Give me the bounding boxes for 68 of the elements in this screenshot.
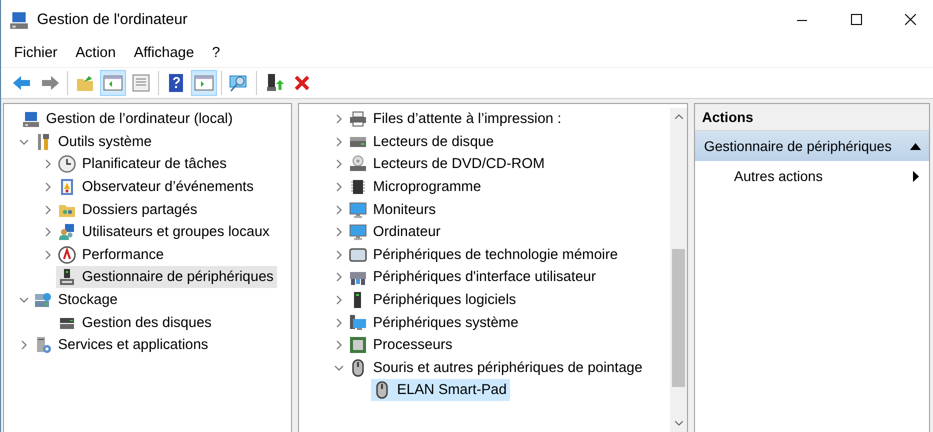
device-icon xyxy=(58,268,76,286)
tree-item[interactable]: Lecteurs de disque xyxy=(347,130,497,153)
scroll-up-icon[interactable] xyxy=(674,114,682,119)
menu-item[interactable]: Action xyxy=(66,45,125,61)
tree-item[interactable]: Gestion de l’ordinateur (local) xyxy=(20,108,236,130)
log-icon xyxy=(58,178,76,196)
chip-icon xyxy=(349,178,367,196)
delete-icon xyxy=(292,73,312,93)
forward-arrow-icon xyxy=(40,73,60,93)
monitor-icon xyxy=(349,200,367,219)
tree-item[interactable]: Planificateur de tâches xyxy=(56,153,230,176)
tree-item[interactable]: Processeurs xyxy=(347,334,456,356)
tree-item[interactable]: Services et applications xyxy=(32,334,212,356)
tree-item[interactable]: Stockage xyxy=(32,289,121,312)
processor-icon xyxy=(349,336,367,354)
gauge-icon xyxy=(58,246,76,264)
storage-icon xyxy=(34,291,52,310)
app-icon xyxy=(9,10,29,30)
tree-item[interactable]: Lecteurs de DVD/CD-ROM xyxy=(347,153,548,176)
monitor-search-icon xyxy=(229,73,249,93)
tree-item[interactable]: Microprogramme xyxy=(347,176,484,198)
help-icon xyxy=(166,73,186,93)
printer-icon xyxy=(349,110,367,128)
folder-up-icon xyxy=(75,73,95,93)
clock-icon xyxy=(58,155,76,174)
disc-drive-icon xyxy=(349,155,367,174)
system-device-icon xyxy=(349,314,367,332)
tree-item[interactable]: Dossiers partagés xyxy=(56,198,200,221)
tree-item[interactable]: Périphériques de technologie mémoire xyxy=(347,244,621,266)
scrollbar[interactable] xyxy=(670,108,687,432)
tree-item[interactable]: Gestion des disques xyxy=(56,312,215,334)
scroll-down-icon[interactable] xyxy=(674,421,682,426)
action-pane-button[interactable] xyxy=(191,70,217,96)
actions-section[interactable]: Gestionnaire de périphériques xyxy=(695,131,929,161)
tree-item[interactable]: Files d’attente à l’impression : xyxy=(347,108,564,130)
menu-item[interactable]: Affichage xyxy=(124,45,204,61)
tree-item[interactable]: Souris et autres périphériques de pointage xyxy=(347,356,646,379)
tree-item[interactable]: Performance xyxy=(56,244,167,266)
monitor-icon xyxy=(349,223,367,242)
tree-item[interactable]: Périphériques d'interface utilisateur xyxy=(347,266,599,288)
console-tree-button[interactable] xyxy=(100,70,126,96)
window-title: Gestion de l'ordinateur xyxy=(37,11,188,28)
action-pane-icon xyxy=(194,73,214,93)
tree-item[interactable]: Gestionnaire de périphériques xyxy=(56,266,277,288)
collapse-triangle-icon[interactable] xyxy=(910,142,921,150)
maximize-icon xyxy=(850,14,862,25)
tree-item[interactable]: Observateur d’événements xyxy=(56,176,257,198)
tree-item[interactable]: ELAN Smart-Pad xyxy=(371,379,510,402)
computer-icon xyxy=(22,110,40,128)
memory-icon xyxy=(349,246,367,264)
submenu-triangle-icon xyxy=(913,170,919,182)
tree-item[interactable]: Périphériques logiciels xyxy=(347,289,520,312)
tree-item[interactable]: Moniteurs xyxy=(347,198,439,221)
tree-item[interactable]: Utilisateurs et groupes locaux xyxy=(56,221,273,244)
back-arrow-icon xyxy=(12,73,32,93)
actions-header: Actions xyxy=(695,104,929,131)
action-item[interactable]: Autres actions xyxy=(695,161,929,191)
console-tree-icon xyxy=(103,73,123,93)
close-icon xyxy=(904,14,916,25)
device-update-icon xyxy=(264,73,284,93)
users-icon xyxy=(58,223,76,242)
tree-item[interactable]: Outils système xyxy=(32,130,155,153)
services-icon xyxy=(34,336,52,354)
tree-item[interactable]: Périphériques système xyxy=(347,312,522,334)
tree-item[interactable]: Ordinateur xyxy=(347,221,444,244)
menu-item[interactable]: ? xyxy=(203,45,230,61)
properties-icon xyxy=(131,73,151,93)
menu-item[interactable]: Fichier xyxy=(5,45,67,61)
